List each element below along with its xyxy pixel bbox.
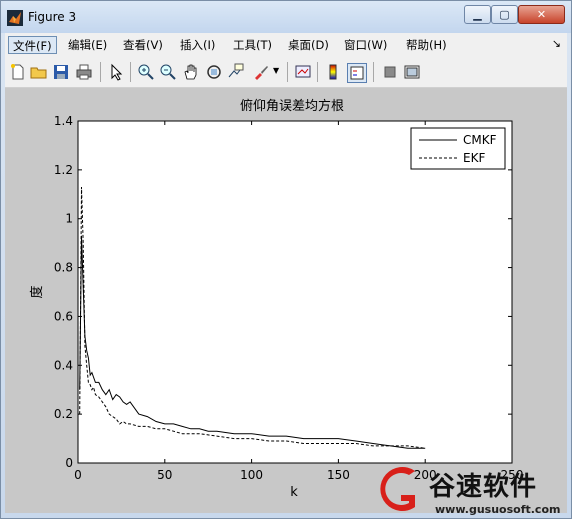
link-plot-icon[interactable] [294,63,312,81]
y-tick-label: 1 [65,212,73,226]
watermark: 谷速软件 www.gusuosoft.com [371,463,571,518]
print-icon[interactable] [75,63,93,81]
maximize-icon: ▢ [499,8,510,21]
data-cursor-icon[interactable] [227,63,245,81]
menu-help[interactable]: 帮助(H) [402,36,451,54]
zoom-in-icon[interactable] [137,63,155,81]
plot-svg: 俯仰角误差均方根 0 50 100 150 200 25000.20.40.60.811.… [29,98,523,500]
legend[interactable]: CMKF EKF [410,127,506,170]
watermark-url: www.gusuosoft.com [435,503,561,516]
save-icon[interactable] [52,63,70,81]
edit-plot-icon[interactable] [107,63,125,81]
minimize-icon: ▁ [473,8,482,21]
watermark-brand: 谷速软件 [429,472,538,502]
show-plot-tools-icon[interactable] [403,63,421,81]
open-file-icon[interactable] [30,63,48,81]
hide-plot-tools-icon[interactable] [381,63,399,81]
x-axis-label: k [290,485,298,500]
figure-window: Figure 3 ▁ ▢ ✕ 文件(F) 编辑(E) 查看(V) 插入(I) 工… [0,0,572,519]
matlab-logo-icon [7,10,23,26]
zoom-out-icon[interactable] [159,63,177,81]
menu-tools[interactable]: 工具(T) [229,36,276,54]
legend-label-cmkf: CMKF [463,133,497,147]
x-tick-label: 50 [157,468,172,482]
y-tick-label: 0.4 [54,358,73,372]
watermark-logo-icon [380,467,415,511]
y-axis-label: 度 [29,285,45,298]
menu-view[interactable]: 查看(V) [119,36,167,54]
x-tick-label: 150 [327,468,350,482]
y-tick-label: 1.2 [54,163,73,177]
close-button[interactable]: ✕ [518,5,565,24]
axes-area[interactable] [77,120,513,464]
maximize-button[interactable]: ▢ [491,5,518,24]
insert-colorbar-icon[interactable] [324,63,342,81]
figure-toolbar: ▼ [5,57,567,88]
menu-bar: 文件(F) 编辑(E) 查看(V) 插入(I) 工具(T) 桌面(D) 窗口(W… [5,33,567,57]
menu-window[interactable]: 窗口(W) [340,36,391,54]
minimize-button[interactable]: ▁ [464,5,491,24]
y-tick-label: 0.8 [54,261,73,275]
title-bar[interactable]: Figure 3 ▁ ▢ ✕ [1,1,571,33]
chart-title: 俯仰角误差均方根 [240,98,344,114]
y-tick-label: 0.6 [54,309,73,323]
menu-overflow-icon[interactable]: ↘ [552,37,561,50]
menu-desktop[interactable]: 桌面(D) [284,36,333,54]
figure-canvas: 俯仰角误差均方根 0 50 100 150 200 250 0 0.2 0.4 0.6 0.8 1 1.… [5,88,567,513]
y-tick-label: 0 [65,456,73,470]
x-tick-label: 100 [240,468,263,482]
menu-file[interactable]: 文件(F) [8,36,57,54]
brush-icon[interactable] [252,63,270,81]
new-figure-icon[interactable] [9,63,27,81]
brush-dropdown-icon[interactable]: ▼ [273,66,279,75]
rotate-3d-icon[interactable] [205,63,223,81]
insert-legend-icon[interactable] [347,63,367,83]
close-icon: ✕ [536,8,547,21]
window-title: Figure 3 [28,10,77,24]
pan-icon[interactable] [182,63,200,81]
x-tick-label: 0 [74,468,82,482]
menu-insert[interactable]: 插入(I) [176,36,219,54]
menu-edit[interactable]: 编辑(E) [64,36,111,54]
legend-label-ekf: EKF [463,151,485,165]
y-tick-label: 0.2 [54,407,73,421]
y-tick-label: 1.4 [54,114,73,128]
